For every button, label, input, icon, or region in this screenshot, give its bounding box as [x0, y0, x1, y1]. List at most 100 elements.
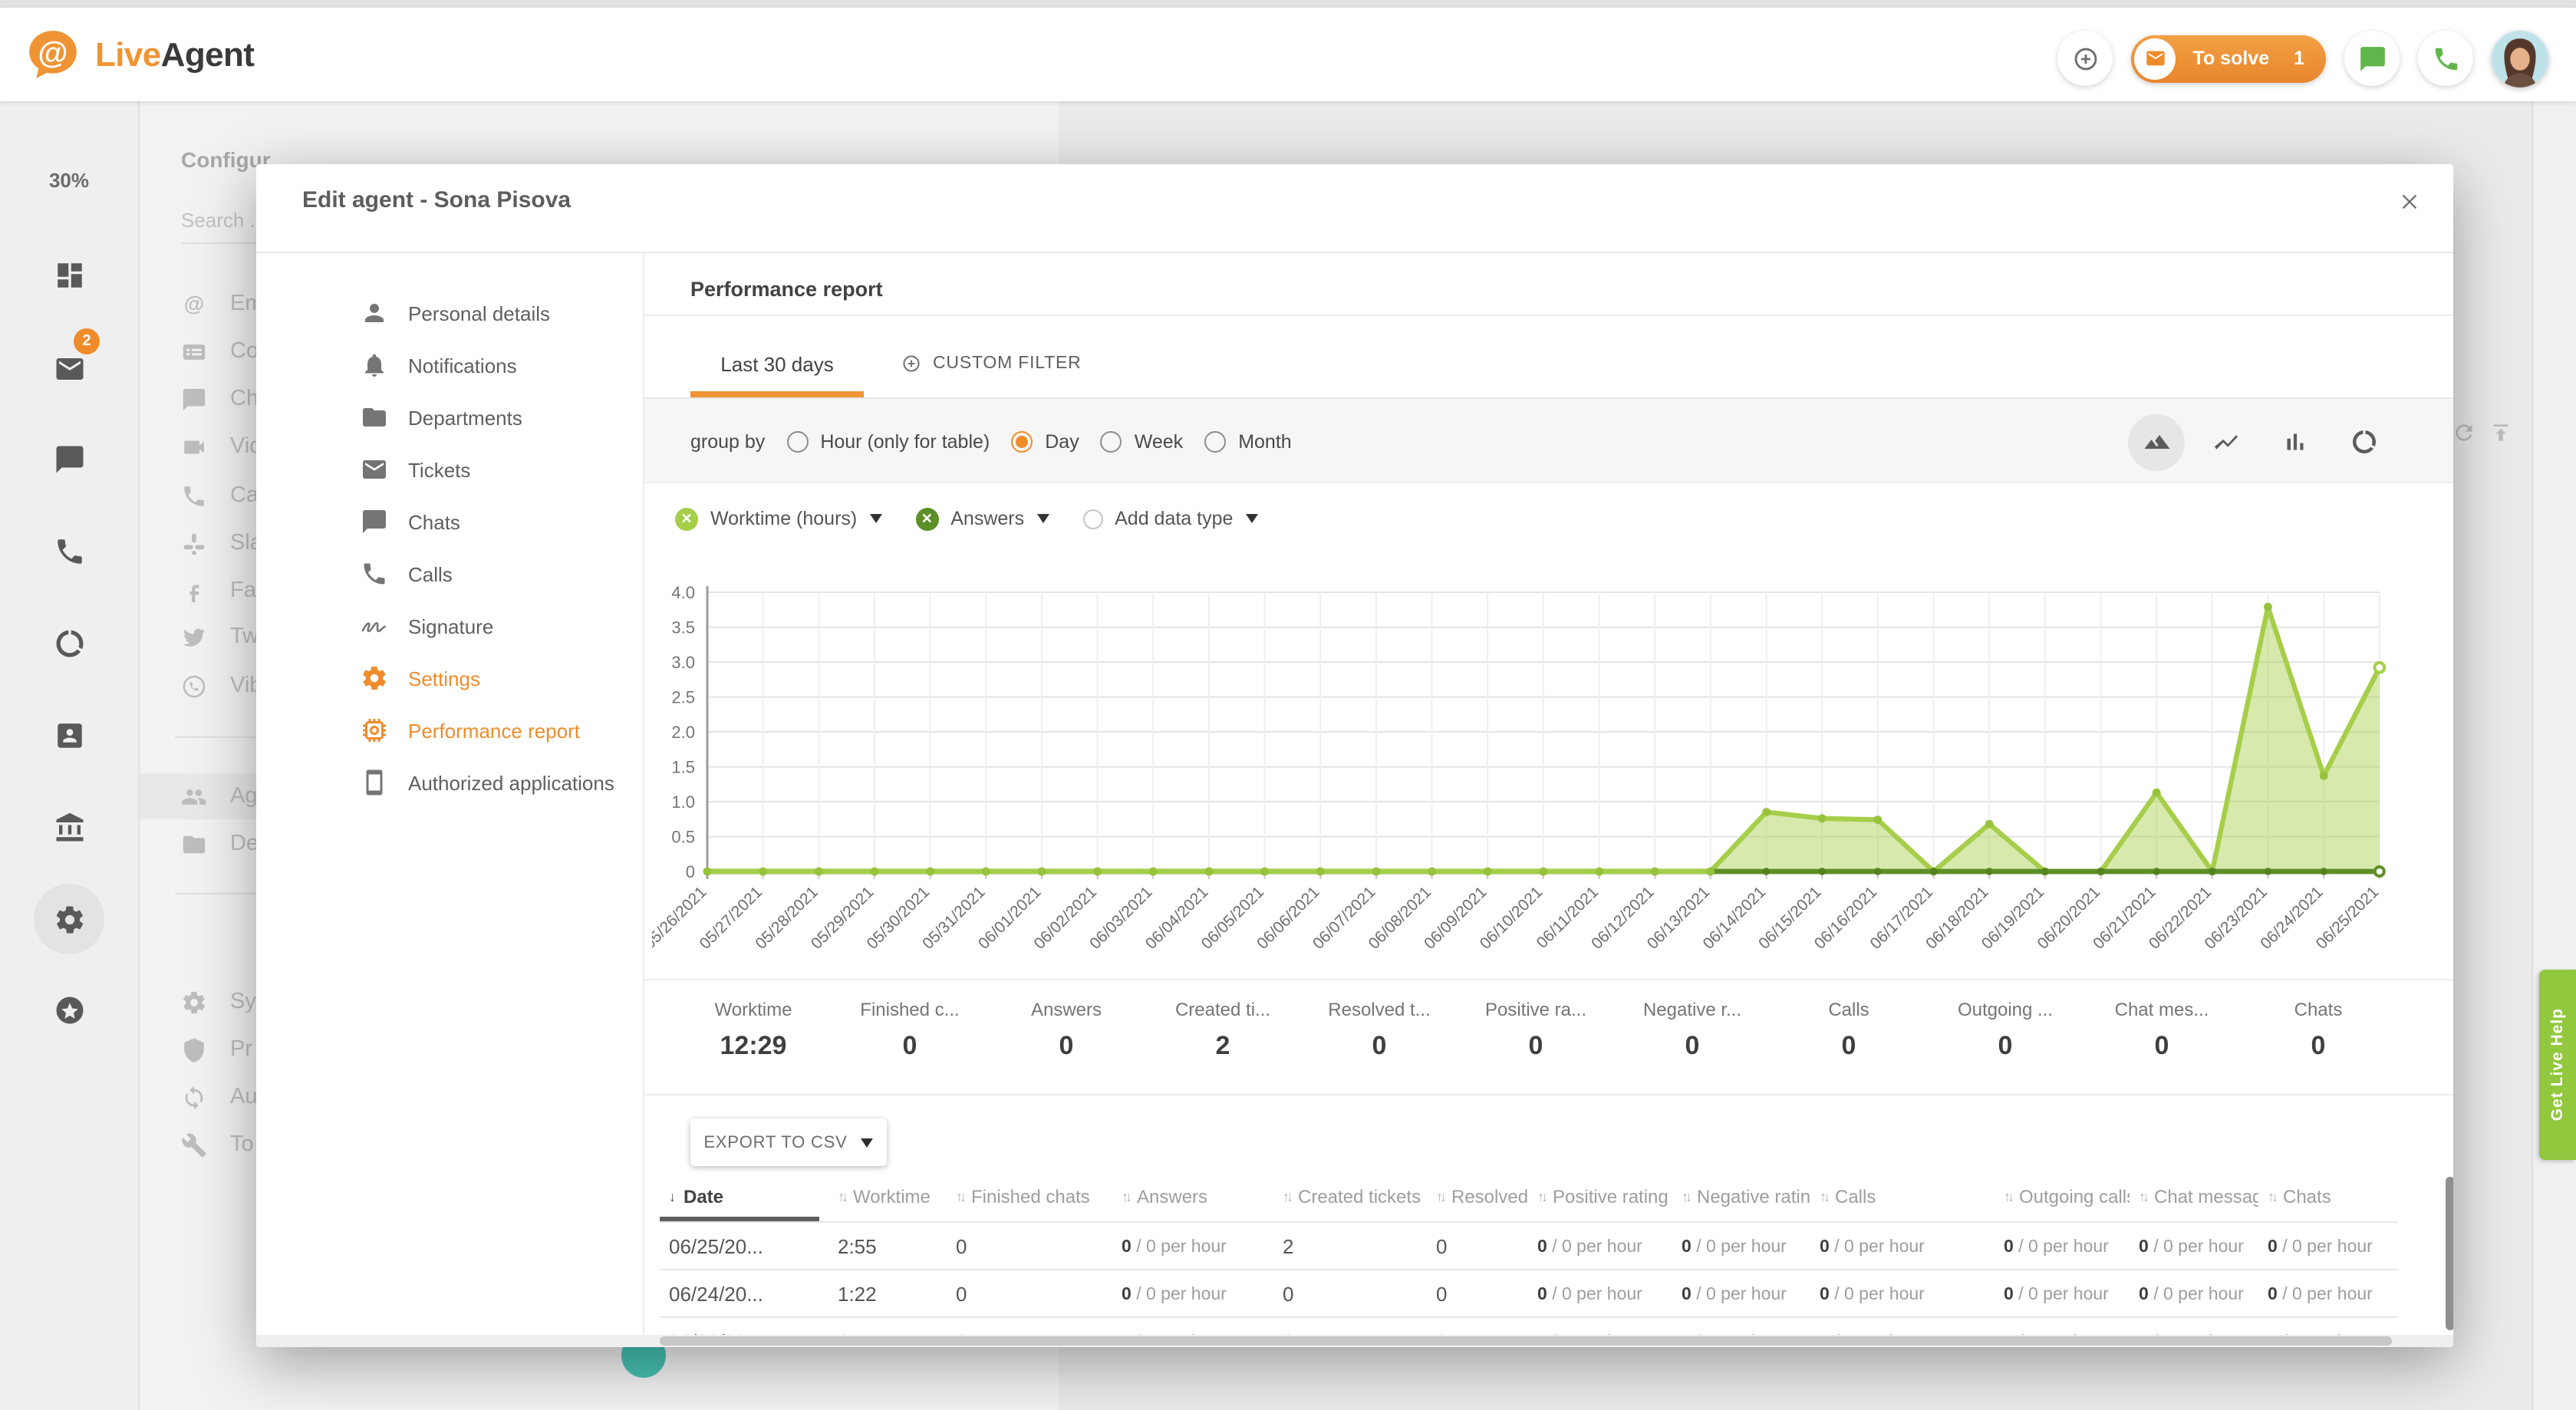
- logo[interactable]: @ LiveAgent: [25, 26, 254, 83]
- column-header-positive-rating[interactable]: ↑↓Positive rating: [1528, 1185, 1672, 1207]
- column-header-negative-rating[interactable]: ↑↓Negative rating: [1672, 1185, 1810, 1207]
- summary-chat-mes-: Chat mes...0: [2084, 990, 2240, 1085]
- phone-icon: [53, 535, 85, 567]
- chart-type-bar-chart-button[interactable]: [2260, 407, 2329, 476]
- rail-item-starred[interactable]: [0, 979, 138, 1040]
- bar-chart-icon: [2281, 428, 2308, 456]
- group-by-hour-only-for-table-[interactable]: Hour (only for table): [786, 431, 990, 453]
- menu-item-personal-details[interactable]: Personal details: [318, 287, 643, 339]
- background-divider: [2532, 101, 2533, 1410]
- table-row[interactable]: 06/25/20...2:5500 / 0 per hour200 / 0 pe…: [660, 1221, 2398, 1269]
- get-live-help-tab[interactable]: Get Live Help: [2539, 970, 2576, 1160]
- remove-series-icon[interactable]: ✕: [675, 507, 698, 530]
- remove-series-icon[interactable]: ✕: [915, 507, 938, 530]
- column-header-worktime[interactable]: ↑↓Worktime: [828, 1185, 947, 1207]
- menu-item-signature[interactable]: Signature: [318, 600, 643, 652]
- viber-icon: [181, 673, 207, 699]
- table-row[interactable]: 06/24/20...1:2200 / 0 per hour000 / 0 pe…: [660, 1269, 2398, 1316]
- series-chip-label: Answers: [950, 508, 1024, 529]
- sort-icon: ↑↓: [1682, 1188, 1689, 1204]
- rail-item-reports[interactable]: [0, 612, 138, 674]
- tab-last-30-days[interactable]: Last 30 days: [690, 353, 864, 376]
- tab-custom-filter[interactable]: CUSTOM FILTER: [901, 353, 1082, 374]
- series-chips: ✕Worktime (hours)✕AnswersAdd data type: [675, 497, 1257, 540]
- table-vertical-scrollbar[interactable]: [2446, 1177, 2453, 1330]
- svg-text:0: 0: [686, 862, 695, 881]
- column-header-chat-message[interactable]: ↑↓Chat message: [2130, 1185, 2258, 1207]
- column-header-date[interactable]: ↓Date: [660, 1185, 828, 1207]
- new-chat-button[interactable]: [2344, 31, 2400, 86]
- area-chart-svg: 00.51.01.52.02.53.03.54.005/26/202105/27…: [652, 571, 2424, 954]
- add-new-button[interactable]: [2058, 31, 2113, 86]
- group-by-day[interactable]: Day: [1011, 431, 1079, 453]
- video-icon: [181, 433, 207, 460]
- caret-down-icon: [1245, 514, 1257, 523]
- column-header-outgoing-calls[interactable]: ↑↓Outgoing calls: [1995, 1185, 2130, 1207]
- svg-text:0.5: 0.5: [671, 828, 695, 847]
- table-cell: 0 / 0 per hour: [1672, 1235, 1810, 1257]
- column-header-created-tickets[interactable]: ↑↓Created tickets: [1273, 1185, 1427, 1207]
- column-header-finished-chats[interactable]: ↑↓Finished chats: [947, 1185, 1112, 1207]
- series-chip-worktime-hours-[interactable]: ✕Worktime (hours): [675, 507, 881, 530]
- summary-calls: Calls0: [1771, 990, 1927, 1085]
- rail-item-billing[interactable]: [0, 796, 138, 858]
- series-chip-answers[interactable]: ✕ Answers: [915, 507, 1049, 530]
- rail-item-customers[interactable]: [0, 704, 138, 766]
- rail-item-calls[interactable]: [0, 520, 138, 581]
- table-cell: 0 / 0 per hour: [2258, 1235, 2393, 1257]
- column-header-answers[interactable]: ↑↓Answers: [1112, 1185, 1273, 1207]
- sync-icon: [181, 1084, 207, 1110]
- svg-text:2.5: 2.5: [671, 688, 695, 707]
- to-solve-button[interactable]: To solve 1: [2132, 35, 2326, 82]
- search-input[interactable]: Search ...: [181, 209, 266, 232]
- page-title: Performance report: [690, 278, 883, 301]
- menu-item-performance-report[interactable]: Performance report: [318, 704, 643, 756]
- table-header-row: ↓Date↑↓Worktime↑↓Finished chats↑↓Answers…: [660, 1171, 2398, 1221]
- menu-item-tickets[interactable]: Tickets: [318, 443, 643, 496]
- column-header-calls[interactable]: ↑↓Calls: [1810, 1185, 1995, 1207]
- chart-type-area-chart-button[interactable]: [2122, 407, 2191, 476]
- sorted-column-underline: [660, 1217, 819, 1221]
- radio-label: Day: [1045, 431, 1079, 453]
- summary-negative-r-: Negative r...0: [1614, 990, 1771, 1085]
- config-item-label: Au: [230, 1085, 258, 1109]
- column-header-chats[interactable]: ↑↓Chats: [2258, 1185, 2393, 1207]
- menu-item-notifications[interactable]: Notifications: [318, 339, 643, 391]
- new-call-button[interactable]: [2418, 31, 2473, 86]
- refresh-icon[interactable]: [2452, 420, 2476, 445]
- upload-icon[interactable]: [2489, 420, 2513, 445]
- column-header-resolved-ticke[interactable]: ↑↓ Resolved ticke: [1427, 1185, 1528, 1207]
- horizontal-scrollbar-thumb[interactable]: [660, 1336, 2392, 1346]
- rail-item-chats[interactable]: [0, 428, 138, 489]
- menu-item-authorized-applications[interactable]: Authorized applications: [318, 756, 643, 809]
- table-cell: 0 / 0 per hour: [2130, 1235, 2258, 1257]
- close-button[interactable]: [2389, 181, 2429, 221]
- menu-item-label: Notifications: [408, 354, 517, 377]
- performance-chart[interactable]: 00.51.01.52.02.53.03.54.005/26/202105/27…: [652, 571, 2424, 954]
- chart-type-donut-chart-button[interactable]: [2329, 407, 2398, 476]
- group-by-month[interactable]: Month: [1204, 431, 1292, 453]
- menu-item-settings[interactable]: Settings: [318, 652, 643, 704]
- rail-item-configuration[interactable]: [0, 888, 138, 950]
- column-header-label: Outgoing calls: [2019, 1185, 2130, 1207]
- menu-item-departments[interactable]: Departments: [318, 391, 643, 443]
- summary-value: 0: [2240, 1031, 2396, 1062]
- svg-text:2.0: 2.0: [671, 723, 695, 742]
- column-header-label: Resolved ticke: [1451, 1185, 1528, 1207]
- group-by-week[interactable]: Week: [1101, 431, 1183, 453]
- sort-icon: ↑↓: [1436, 1188, 1444, 1204]
- menu-item-chats[interactable]: Chats: [318, 496, 643, 548]
- avatar[interactable]: [2492, 30, 2548, 87]
- rail-item-dashboard[interactable]: [0, 244, 138, 305]
- add-data-type-chip[interactable]: Add data type: [1082, 508, 1257, 529]
- chart-type-line-chart-button[interactable]: [2191, 407, 2260, 476]
- menu-item-calls[interactable]: Calls: [318, 548, 643, 600]
- table-cell: 06/25/20...: [660, 1234, 828, 1257]
- summary-value: 0: [832, 1031, 988, 1062]
- svg-text:1.0: 1.0: [671, 792, 695, 812]
- at-glyph: @: [25, 28, 81, 78]
- rail-item-tickets[interactable]: 2: [0, 338, 138, 399]
- summary-label: Chats: [2240, 999, 2396, 1020]
- gear-icon: [181, 989, 207, 1015]
- export-to-csv-button[interactable]: EXPORT TO CSV: [690, 1118, 887, 1166]
